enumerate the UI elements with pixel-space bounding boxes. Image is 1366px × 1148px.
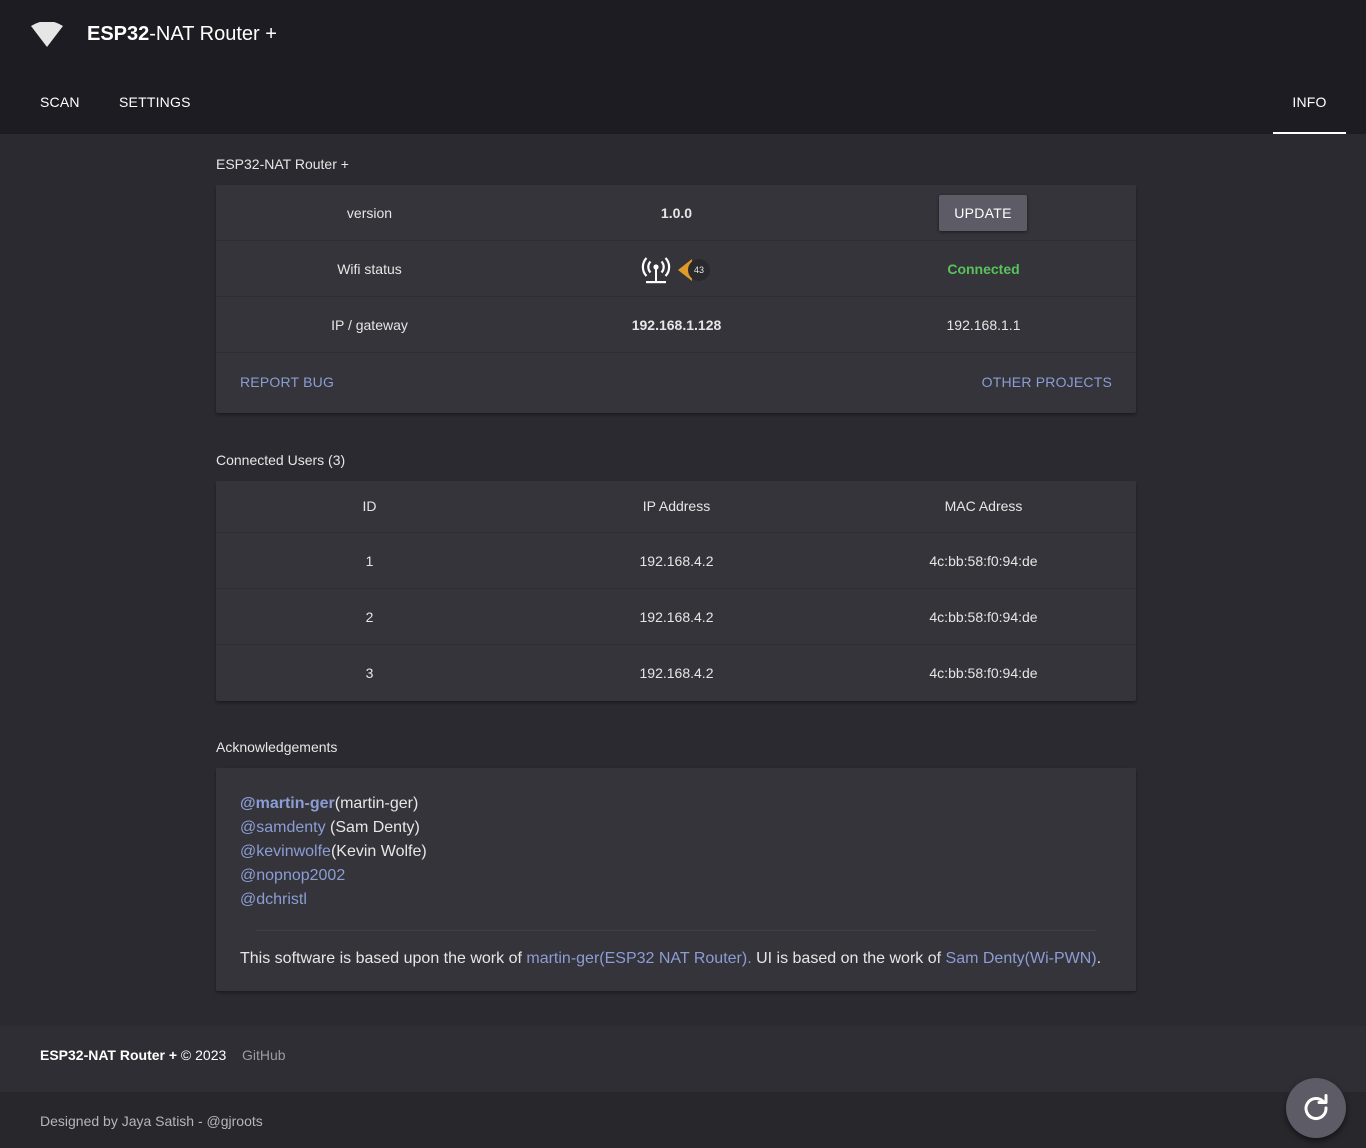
brand-row: ESP32-NAT Router + [0,0,1366,70]
wifi-status-value: Connected [947,261,1020,277]
gateway-value: 192.168.1.1 [946,317,1021,333]
ip-value: 192.168.1.128 [631,317,722,333]
update-button[interactable]: UPDATE [939,195,1027,231]
list-item: @nopnop2002 [240,864,1112,888]
ip-row: IP / gateway 192.168.1.128 192.168.1.1 [216,297,1136,353]
list-item: @martin-ger(martin-ger) [240,792,1112,816]
users-table-header: ID IP Address MAC Adress [216,481,1136,533]
table-row: 2 192.168.4.2 4c:bb:58:f0:94:de [216,589,1136,645]
info-card: version 1.0.0 UPDATE Wifi status 43 Conn… [216,185,1136,413]
footer-bottom: Designed by Jaya Satish - @gjroots [0,1092,1366,1148]
footer-brand: ESP32-NAT Router + © 2023 [40,1047,227,1063]
app-title: ESP32-NAT Router + [87,23,277,45]
ack-note: This software is based upon the work of … [216,931,1136,991]
user-ip: 192.168.4.2 [639,609,714,625]
antenna-signal-icon [641,257,671,284]
ack-name: (martin-ger) [334,795,419,812]
version-label: version [346,205,393,221]
user-id: 2 [365,609,374,625]
version-value: 1.0.0 [660,205,693,221]
ack-section-title: Acknowledgements [216,739,338,755]
ack-card: @martin-ger(martin-ger) @samdenty (Sam D… [216,768,1136,991]
nav-tabs: SCAN SETTINGS INFO [0,70,1366,134]
header-mac: MAC Adress [944,498,1023,514]
ack-link-nopnop2002[interactable]: @nopnop2002 [240,867,345,884]
users-table: ID IP Address MAC Adress 1 192.168.4.2 4… [216,481,1136,701]
ack-list: @martin-ger(martin-ger) @samdenty (Sam D… [216,768,1136,912]
signal-indicator: 43 [640,255,720,285]
ack-link-samdenty[interactable]: @samdenty [240,819,326,836]
ack-link-martin-ger[interactable]: @martin-ger [240,795,335,812]
version-row: version 1.0.0 UPDATE [216,185,1136,241]
ack-name: (Sam Denty) [325,819,420,836]
user-mac: 4c:bb:58:f0:94:de [929,665,1038,681]
wifi-icon [31,22,63,47]
ack-link-dchristl[interactable]: @dchristl [240,891,307,908]
footer: ESP32-NAT Router + © 2023 GitHub [0,1026,1366,1092]
other-projects-link[interactable]: OTHER PROJECTS [982,353,1112,411]
user-mac: 4c:bb:58:f0:94:de [929,609,1038,625]
table-row: 3 192.168.4.2 4c:bb:58:f0:94:de [216,645,1136,701]
ack-name: (Kevin Wolfe) [330,843,427,860]
info-card-actions: REPORT BUG OTHER PROJECTS [216,353,1136,411]
tab-settings[interactable]: SETTINGS [119,70,191,134]
martin-ger-project-link[interactable]: martin-ger(ESP32 NAT Router). [526,950,751,967]
user-id: 3 [365,665,374,681]
table-row: 1 192.168.4.2 4c:bb:58:f0:94:de [216,533,1136,589]
user-id: 1 [365,553,374,569]
header-ip: IP Address [642,498,711,514]
header-id: ID [362,498,377,514]
ack-link-kevinwolfe[interactable]: @kevinwolfe [240,843,331,860]
tab-info[interactable]: INFO [1273,70,1346,134]
sam-denty-project-link[interactable]: Sam Denty(Wi-PWN) [946,950,1097,967]
github-link[interactable]: GitHub [242,1047,286,1063]
note-text: UI is based on the work of [751,950,946,967]
user-mac: 4c:bb:58:f0:94:de [929,553,1038,569]
user-ip: 192.168.4.2 [639,553,714,569]
refresh-icon [1304,1094,1328,1120]
report-bug-link[interactable]: REPORT BUG [240,353,334,411]
user-ip: 192.168.4.2 [639,665,714,681]
tab-scan[interactable]: SCAN [40,70,80,134]
list-item: @kevinwolfe(Kevin Wolfe) [240,840,1112,864]
list-item: @samdenty (Sam Denty) [240,816,1112,840]
app-bar: ESP32-NAT Router + SCAN SETTINGS INFO [0,0,1366,134]
info-section-title: ESP32-NAT Router + [216,156,349,172]
refresh-button[interactable] [1286,1078,1346,1138]
designed-by: Designed by Jaya Satish - @gjroots [40,1113,263,1129]
ip-label: IP / gateway [331,317,408,333]
list-item: @dchristl [240,888,1112,912]
users-section-title: Connected Users (3) [216,452,346,468]
signal-value: 43 [693,265,704,275]
wifi-status-label: Wifi status [337,261,402,277]
wifi-status-row: Wifi status 43 Connected [216,241,1136,297]
note-text: . [1096,950,1102,967]
note-text: This software is based upon the work of [240,950,527,967]
